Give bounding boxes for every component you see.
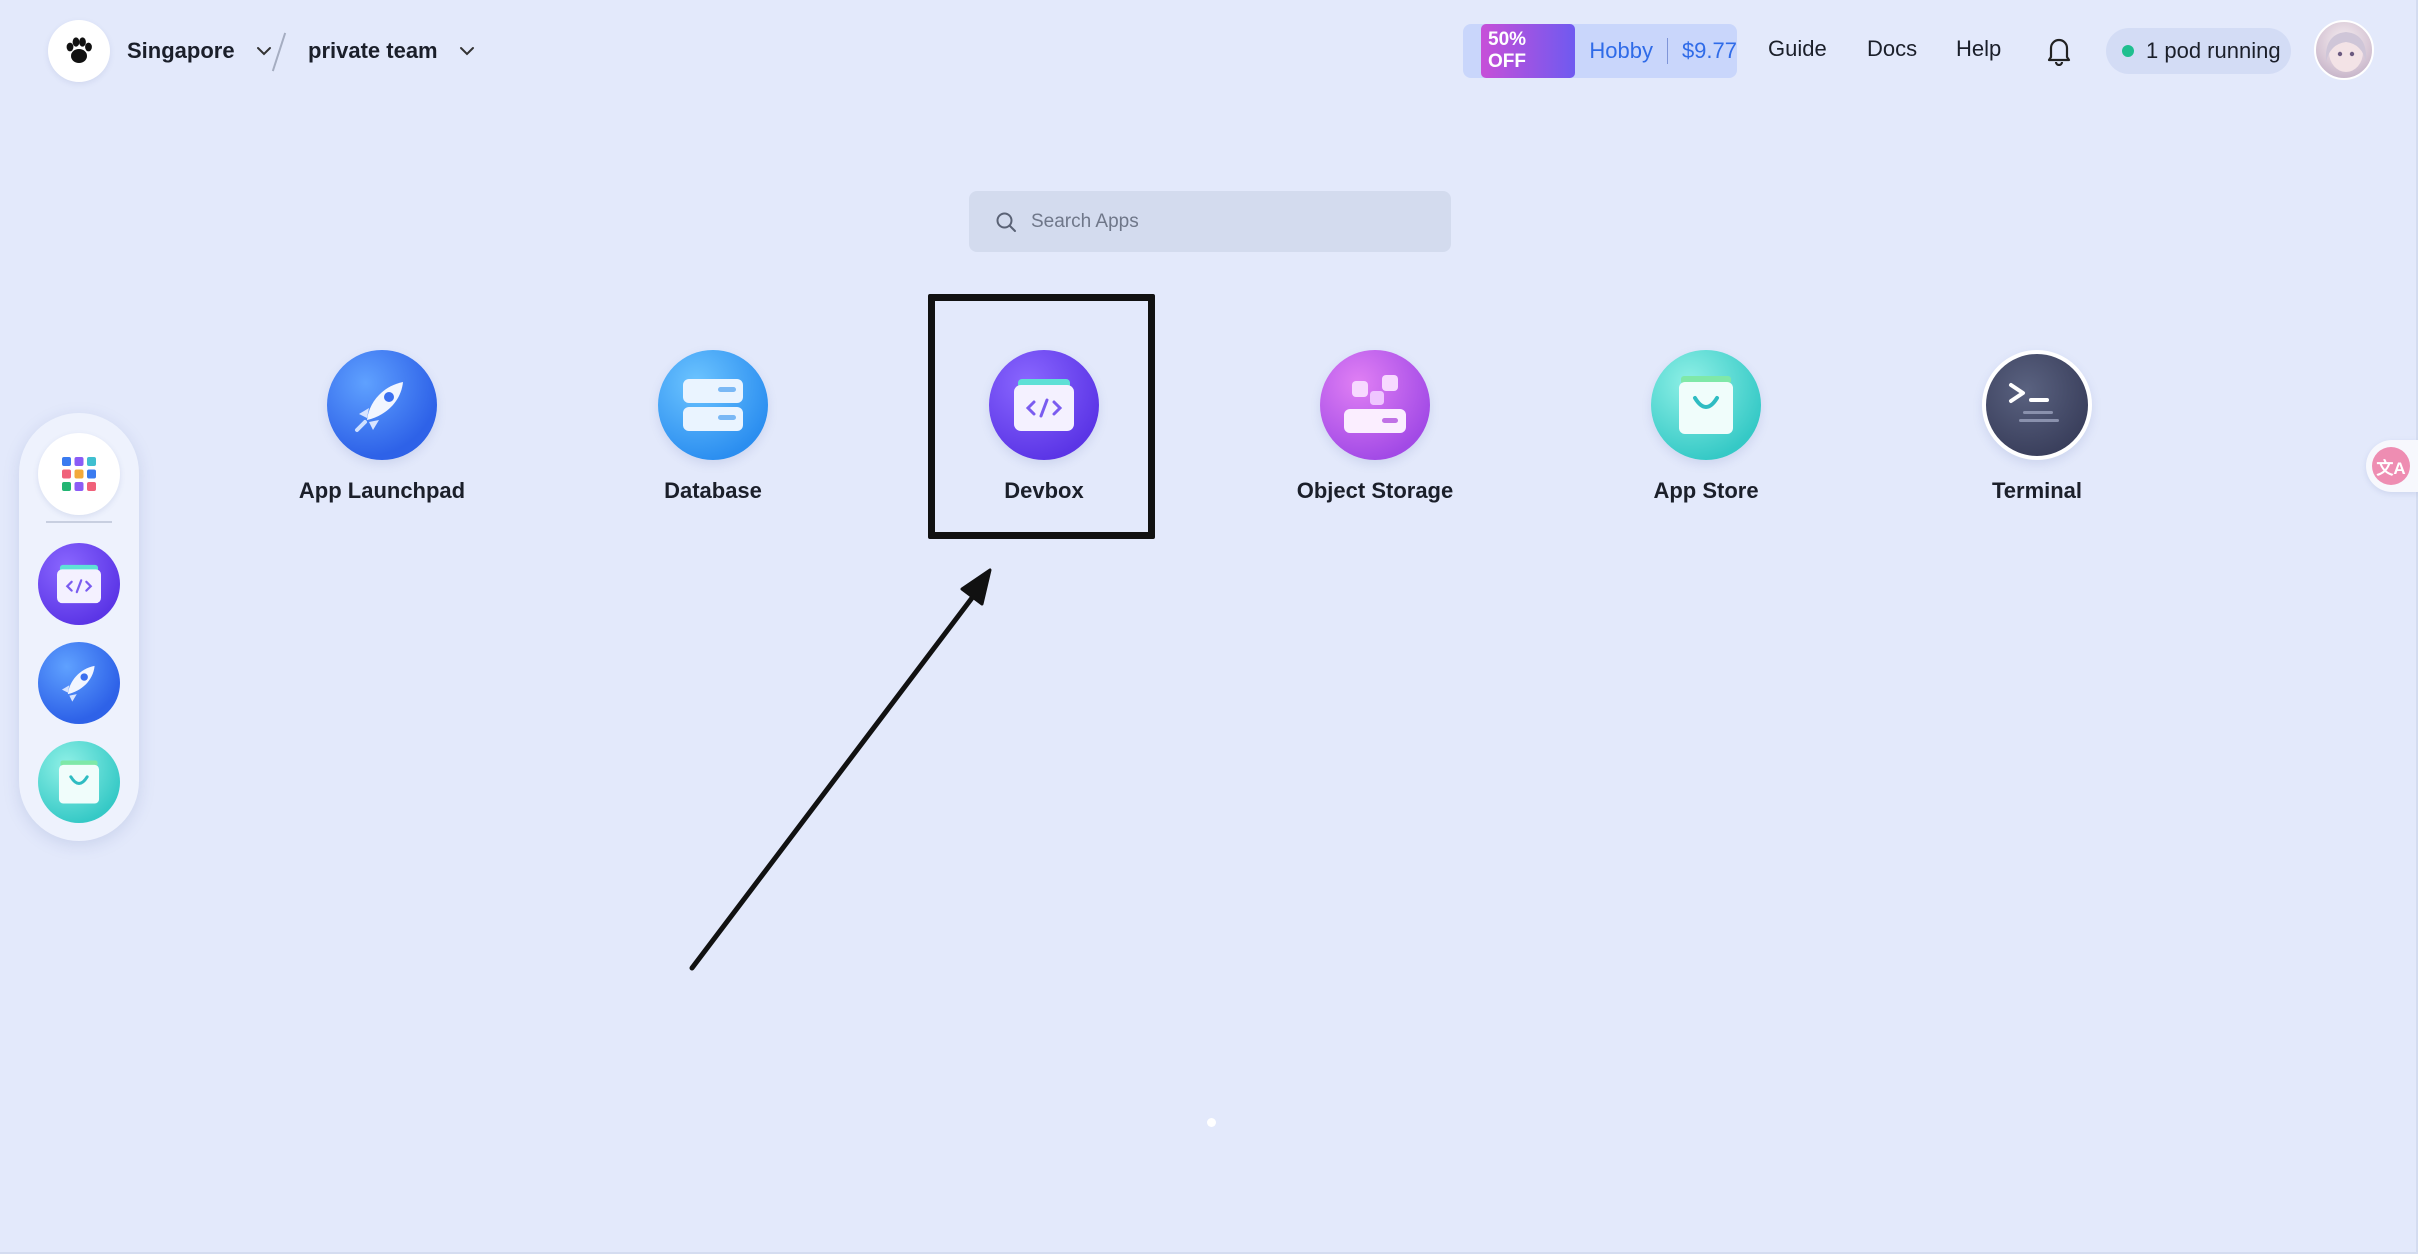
app-label: Database [664,478,762,503]
app-database[interactable]: Database [598,350,828,504]
app-label: App Store [1653,478,1759,503]
object-storage-icon [1320,350,1430,460]
page-indicator-dot[interactable] [1207,1118,1216,1127]
apps-grid-button[interactable] [38,433,120,515]
app-label: App Launchpad [298,478,466,503]
pods-status-text: 1 pod running [2146,38,2281,63]
dock-launchpad-button[interactable] [38,642,120,724]
plan-price: $9.77 [1681,38,1737,63]
translate-button[interactable]: 文A [2366,440,2418,492]
sealos-logo[interactable] [48,20,110,82]
app-label: Object Storage [1296,478,1454,503]
user-avatar[interactable] [2314,20,2374,80]
shopping-bag-icon [1651,350,1761,460]
app-launchpad[interactable]: App Launchpad [267,350,497,504]
bell-icon[interactable] [2044,34,2074,67]
window-frame [0,0,2418,1254]
team-selector[interactable]: private team [308,30,478,72]
chevron-down-icon [253,40,275,62]
plan-name: Hobby [1589,38,1653,63]
terminal-icon [1982,350,2092,460]
chevron-down-icon [456,40,478,62]
nav-help-link[interactable]: Help [1956,36,2001,62]
plan-promo-button[interactable]: 50% OFF Hobby $9.77 [1463,24,1737,78]
app-dock [19,413,139,841]
app-terminal[interactable]: Terminal [1922,350,2152,504]
avatar-image [2325,32,2367,72]
paw-icon [66,37,92,63]
rocket-icon [327,350,437,460]
team-label: private team [308,38,438,63]
nav-guide-link[interactable]: Guide [1768,36,1827,62]
search-bar[interactable] [969,191,1451,252]
dock-devbox-button[interactable] [38,543,120,625]
promo-divider [1666,38,1668,64]
annotation-arrow [689,568,992,971]
search-input[interactable] [1031,210,1431,233]
search-icon [996,212,1016,232]
discount-badge: 50% OFF [1481,24,1576,78]
translate-icon: 文A [2372,447,2410,485]
pods-status-badge[interactable]: 1 pod running [2106,28,2291,74]
devbox-code-icon [57,564,101,604]
region-label: Singapore [127,38,235,63]
rocket-icon [61,665,95,702]
dock-divider [46,521,112,523]
devbox-highlight-box [928,294,1155,539]
app-label: Terminal [1991,478,2083,503]
database-icon [658,350,768,460]
app-app-store[interactable]: App Store [1591,350,1821,504]
app-object-storage[interactable]: Object Storage [1260,350,1490,504]
region-selector[interactable]: Singapore [127,30,275,72]
nav-docs-link[interactable]: Docs [1867,36,1917,62]
status-dot [2122,45,2134,57]
shopping-bag-icon [58,760,100,804]
dock-app-store-button[interactable] [38,741,120,823]
apps-grid-icon [62,457,96,491]
